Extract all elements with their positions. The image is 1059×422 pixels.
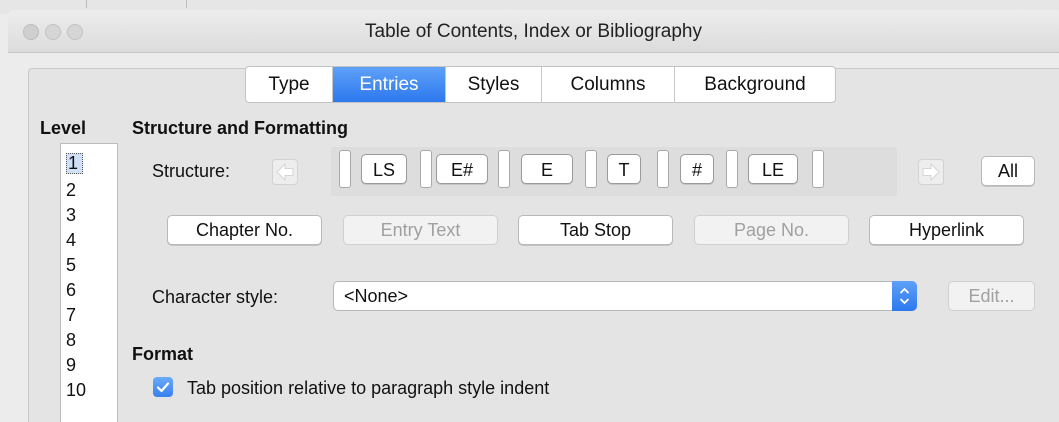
character-style-label: Character style:: [152, 287, 279, 307]
tab-background[interactable]: Background: [675, 67, 835, 102]
tab-styles[interactable]: Styles: [446, 67, 542, 102]
level-item-7[interactable]: 7: [66, 305, 76, 326]
level-item-2[interactable]: 2: [66, 180, 76, 201]
structure-spacer[interactable]: [585, 150, 597, 188]
level-item-3[interactable]: 3: [66, 205, 76, 226]
structure-spacer[interactable]: [812, 150, 824, 188]
level-item-6[interactable]: 6: [66, 280, 76, 301]
level-heading: Level: [40, 118, 87, 138]
format-heading: Format: [132, 344, 194, 364]
level-item-5[interactable]: 5: [66, 255, 76, 276]
structure-spacer[interactable]: [339, 150, 351, 188]
tab-bar: Type Entries Styles Columns Background: [245, 66, 836, 103]
hyperlink-button[interactable]: Hyperlink: [869, 215, 1024, 245]
level-list[interactable]: 1 2 3 4 5 6 7 8 9 10: [60, 143, 118, 422]
entry-text-button[interactable]: Entry Text: [343, 215, 498, 245]
tab-stop-button[interactable]: Tab Stop: [518, 215, 673, 245]
structure-token-page-number[interactable]: #: [680, 154, 714, 184]
title-bar: Table of Contents, Index or Bibliography: [8, 10, 1059, 53]
structure-spacer[interactable]: [726, 150, 738, 188]
structure-spacer[interactable]: [498, 150, 510, 188]
page-no-button[interactable]: Page No.: [694, 215, 849, 245]
tab-entries[interactable]: Entries: [333, 67, 446, 102]
structure-token-entry-number[interactable]: E#: [436, 154, 488, 184]
chapter-no-button[interactable]: Chapter No.: [167, 215, 322, 245]
structure-token-ls[interactable]: LS: [361, 154, 407, 184]
level-item-1[interactable]: 1: [66, 153, 84, 174]
edit-character-style-button[interactable]: Edit...: [948, 281, 1035, 311]
tab-type[interactable]: Type: [246, 67, 333, 102]
tab-relative-checkbox[interactable]: [153, 377, 173, 397]
select-stepper-icon[interactable]: [892, 281, 917, 311]
all-button[interactable]: All: [981, 156, 1035, 186]
checkmark-icon: [156, 382, 170, 393]
structure-formatting-heading: Structure and Formatting: [132, 118, 349, 138]
structure-spacer[interactable]: [420, 150, 432, 188]
tab-relative-label[interactable]: Tab position relative to paragraph style…: [187, 378, 549, 399]
structure-token-le[interactable]: LE: [748, 154, 798, 184]
character-style-value: <None>: [344, 286, 409, 306]
level-item-8[interactable]: 8: [66, 330, 76, 351]
structure-token-tab[interactable]: T: [607, 154, 641, 184]
structure-spacer[interactable]: [657, 150, 669, 188]
arrow-right-icon[interactable]: [918, 159, 944, 185]
arrow-left-icon[interactable]: [272, 159, 298, 185]
character-style-select[interactable]: <None>: [333, 281, 917, 311]
level-item-4[interactable]: 4: [66, 230, 76, 251]
structure-token-entry-text[interactable]: E: [521, 154, 573, 184]
level-item-10[interactable]: 10: [66, 380, 86, 401]
structure-label: Structure:: [152, 161, 231, 181]
tab-columns[interactable]: Columns: [542, 67, 675, 102]
level-item-9[interactable]: 9: [66, 355, 76, 376]
window-title: Table of Contents, Index or Bibliography: [365, 21, 702, 42]
